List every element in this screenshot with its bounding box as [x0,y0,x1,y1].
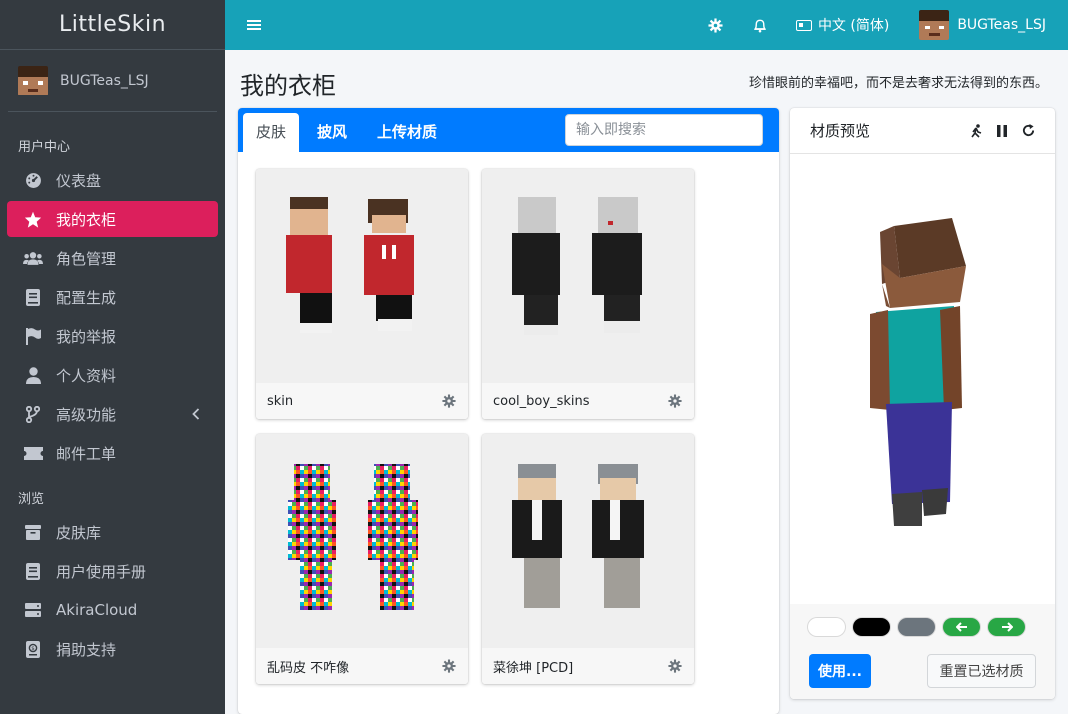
next-bg-button[interactable] [988,618,1025,636]
reset-selected-button[interactable]: 重置已选材质 [927,654,1036,688]
donate-icon: $ [23,640,43,658]
closet-item-cxk[interactable]: 菜徐坤 [PCD] [482,434,694,684]
closet-tabs: 皮肤 披风 上传材质 [238,108,779,152]
closet-item-garbled[interactable]: 乱码皮 不咋像 [256,434,468,684]
sidebar-item-closet[interactable]: 我的衣柜 [7,201,218,237]
sidebar-item-label: AkiraCloud [56,601,138,619]
dashboard-icon [23,171,43,189]
reset-view-icon[interactable] [1021,124,1035,138]
sidebar-item-donate[interactable]: $ 捐助支持 [7,631,218,667]
sidebar-item-label: 邮件工单 [56,444,117,463]
sidebar-item-label: 角色管理 [56,249,117,268]
book-icon [23,288,43,306]
topbar-username: BUGTeas_LSJ [957,17,1046,33]
closet-card: 皮肤 披风 上传材质 skin [238,108,779,714]
gear-icon[interactable] [442,659,456,673]
bg-gray-button[interactable] [898,618,935,636]
sidebar-item-label: 我的衣柜 [56,210,117,229]
preview-card: 材质预览 使用... 重置已选材质 [790,108,1055,699]
sidebar-item-reports[interactable]: 我的举报 [7,318,218,354]
page-motto: 珍惜眼前的幸福吧，而不是去奢求无法得到的东西。 [748,76,1048,91]
gear-icon[interactable] [668,394,682,408]
user-panel[interactable]: BUGTeas_LSJ [8,50,217,112]
nav-header-user-center: 用户中心 [18,140,71,155]
sidebar-item-label: 高级功能 [56,405,117,424]
nav-header-browse: 浏览 [18,492,45,507]
bg-black-button[interactable] [853,618,890,636]
gear-icon[interactable] [708,17,724,33]
sidebar-item-manual[interactable]: 用户使用手册 [7,553,218,589]
sidebar-item-players[interactable]: 角色管理 [7,240,218,276]
bell-icon[interactable] [752,17,768,33]
server-icon [23,601,43,619]
sidebar-item-label: 用户使用手册 [56,562,147,581]
search-input[interactable] [565,114,763,146]
sidebar-item-label: 配置生成 [56,288,117,307]
closet-item-skin[interactable]: skin [256,169,468,419]
menu-toggle-icon[interactable] [247,18,261,32]
sidebar-item-skinlib[interactable]: 皮肤库 [7,514,218,550]
prev-bg-button[interactable] [943,618,980,636]
users-icon [23,249,43,267]
sidebar-item-advanced[interactable]: 高级功能 [7,396,218,432]
use-button[interactable]: 使用... [809,654,871,688]
preview-title: 材质预览 [810,122,871,140]
sidebar-item-profile[interactable]: 个人资料 [7,357,218,393]
skin-preview [256,169,468,383]
avatar [18,65,48,96]
language-label: 中文 (简体) [817,18,890,34]
item-name: 菜徐坤 [PCD] [493,660,574,676]
sidebar-item-label: 捐助支持 [56,640,117,659]
sidebar: LittleSkin BUGTeas_LSJ 用户中心 仪表盘 我的衣柜 角色管… [0,0,225,714]
avatar [919,10,950,40]
tab-cape[interactable]: 披风 [304,113,360,152]
sidebar-item-config[interactable]: 配置生成 [7,279,218,315]
sidebar-item-label: 个人资料 [56,366,117,385]
user-menu[interactable]: BUGTeas_LSJ [919,10,1046,40]
skin-preview [256,434,468,648]
language-icon [795,19,812,31]
gear-icon[interactable] [668,659,682,673]
run-icon[interactable] [969,123,983,138]
skin-preview [482,434,694,648]
preview-controls: 使用... 重置已选材质 [790,604,1055,699]
sidebar-item-label: 我的举报 [56,327,117,346]
item-name: 乱码皮 不咋像 [267,660,350,676]
page-title: 我的衣柜 [240,72,336,100]
tab-skin[interactable]: 皮肤 [243,113,300,152]
sidebar-item-dashboard[interactable]: 仪表盘 [7,162,218,198]
star-icon [23,210,43,228]
arrow-right-icon [1001,622,1013,632]
sidebar-item-tickets[interactable]: 邮件工单 [7,435,218,471]
brand-name: LittleSkin [58,12,167,37]
tab-upload[interactable]: 上传材质 [364,113,450,152]
skin-3d-viewer[interactable] [790,154,1055,604]
branch-icon [23,405,43,423]
brand-logo[interactable]: LittleSkin [0,0,225,50]
archive-icon [23,523,43,541]
skin-preview [482,169,694,383]
sidebar-item-akiracloud[interactable]: AkiraCloud [7,592,218,628]
user-icon [23,366,43,384]
manual-icon [23,562,43,580]
ticket-icon [23,444,43,462]
bg-white-button[interactable] [808,618,845,636]
svg-text:$: $ [31,646,35,652]
sidebar-username: BUGTeas_LSJ [60,72,149,89]
item-name: skin [267,393,294,409]
topbar: 中文 (简体) BUGTeas_LSJ [225,0,1068,50]
arrow-left-icon [955,622,967,632]
chevron-left-icon [192,405,200,424]
gear-icon[interactable] [442,394,456,408]
flag-icon [23,327,43,345]
closet-item-cool-boy[interactable]: cool_boy_skins [482,169,694,419]
language-selector[interactable]: 中文 (简体) [795,15,890,35]
sidebar-item-label: 皮肤库 [56,523,102,542]
sidebar-item-label: 仪表盘 [56,171,102,190]
item-name: cool_boy_skins [493,393,590,409]
pause-icon[interactable] [995,124,1009,138]
